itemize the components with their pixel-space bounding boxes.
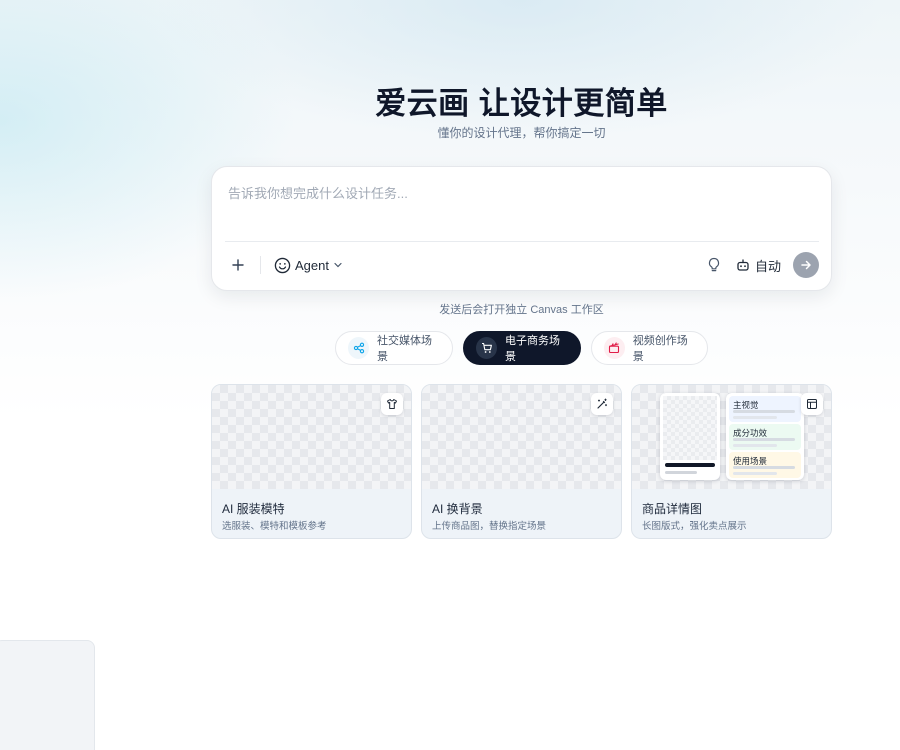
toolbar-separator [260, 256, 261, 274]
mockup-line [733, 472, 777, 475]
card-description: 上传商品图，替换指定场景 [432, 521, 547, 532]
arrow-right-icon [801, 260, 811, 270]
robot-icon [737, 259, 749, 271]
shirt-icon [381, 393, 403, 415]
auto-model-button[interactable]: 自动 [736, 253, 781, 277]
scene-tab-label: 电子商务场景 [505, 335, 560, 363]
agent-mode-dropdown[interactable]: Agent [274, 253, 343, 277]
preview-section: 使用场景 [729, 452, 801, 478]
card-description: 选服装、模特和模板参考 [222, 521, 327, 532]
cart-icon [476, 337, 497, 359]
mockup-bar [665, 463, 715, 467]
plus-icon [232, 259, 244, 271]
template-card-product-detail[interactable]: 主视觉 成分功效 使用场景 商品详情图 长图版式，强化卖点展示 [631, 384, 832, 539]
preview-section: 主视觉 [729, 396, 801, 422]
inspiration-button[interactable] [702, 253, 726, 277]
template-card-ai-model[interactable]: AI 服装模特 选服装、模特和模板参考 [211, 384, 412, 539]
share-icon [348, 337, 369, 359]
lightbulb-icon [708, 257, 720, 272]
composer-divider [225, 241, 819, 242]
chevron-down-icon [334, 262, 342, 268]
mockup-line [733, 416, 777, 419]
canvas-hint: 发送后会打开独立 Canvas 工作区 [439, 304, 604, 316]
scene-tab-video[interactable]: 视频创作场景 [591, 331, 708, 365]
auto-model-label: 自动 [755, 258, 782, 274]
page-subtitle: 懂你的设计代理，帮你搞定一切 [437, 126, 606, 140]
card-title: AI 换背景 [432, 502, 483, 516]
preview-section-list: 主视觉 成分功效 使用场景 [726, 393, 804, 480]
scene-tab-label: 视频创作场景 [632, 335, 688, 363]
template-card-background-swap[interactable]: AI 换背景 上传商品图，替换指定场景 [421, 384, 622, 539]
card-title: AI 服装模特 [222, 502, 285, 516]
preview-phone-mockup [660, 393, 720, 480]
mockup-line [733, 444, 777, 447]
mockup-bar [665, 471, 697, 474]
page-title: 爱云画 让设计更简单 [375, 86, 668, 121]
card-title: 商品详情图 [642, 502, 703, 516]
send-button[interactable] [793, 252, 819, 278]
main-area: 爱云画 让设计更简单 懂你的设计代理，帮你搞定一切 Agent [0, 0, 900, 750]
prompt-composer: Agent 自动 [211, 166, 832, 291]
preview-section: 成分功效 [729, 424, 801, 450]
card-description: 长图版式，强化卖点展示 [642, 521, 747, 532]
scene-tab-ecommerce[interactable]: 电子商务场景 [463, 331, 581, 365]
magic-wand-icon [591, 393, 613, 415]
mockup-line [733, 438, 795, 441]
add-attachment-button[interactable] [226, 253, 250, 277]
scene-tab-label: 社交媒体场景 [377, 335, 432, 363]
mockup-line [733, 410, 795, 413]
agent-mode-label: Agent [295, 257, 329, 273]
layout-icon [801, 393, 823, 415]
smile-icon [274, 257, 291, 273]
mockup-image [663, 396, 717, 460]
prompt-input[interactable] [228, 183, 818, 237]
mockup-line [733, 466, 795, 469]
scene-tab-social[interactable]: 社交媒体场景 [335, 331, 453, 365]
clapperboard-icon [604, 337, 625, 359]
